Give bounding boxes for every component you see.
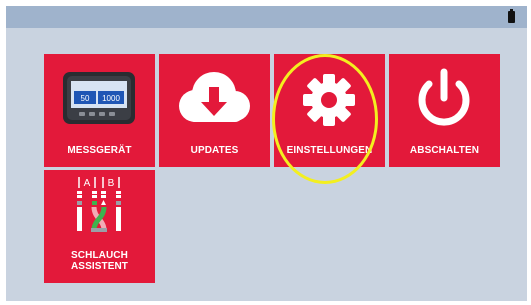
port-a-label: A — [84, 178, 91, 189]
tile-label-line2: ASSISTENT — [70, 261, 129, 272]
screen: 50 1000 MESSGERÄT UPDATES EINSTELLUNGEN … — [6, 6, 527, 301]
tile-label: SCHLAUCH ASSISTENT — [44, 250, 155, 272]
tile-label-line1: SCHLAUCH — [71, 250, 128, 261]
tile-einstellungen[interactable]: EINSTELLUNGEN — [274, 54, 385, 167]
tile-label: ABSCHALTEN — [409, 145, 480, 156]
display-value-2: 1000 — [102, 94, 120, 103]
tile-label: UPDATES — [190, 145, 239, 156]
battery-icon — [508, 9, 515, 23]
status-bar — [6, 6, 527, 28]
tile-updates[interactable]: UPDATES — [159, 54, 270, 167]
tile-schlauch-assistent[interactable]: A B SCHLAUCH ASSISTENT — [44, 170, 155, 283]
tile-abschalten[interactable]: ABSCHALTEN — [389, 54, 500, 167]
tile-messgeraet[interactable]: 50 1000 MESSGERÄT — [44, 54, 155, 167]
tile-label: MESSGERÄT — [67, 145, 132, 156]
display-value-1: 50 — [81, 94, 90, 103]
port-b-label: B — [108, 178, 115, 189]
tile-label: EINSTELLUNGEN — [286, 145, 373, 156]
